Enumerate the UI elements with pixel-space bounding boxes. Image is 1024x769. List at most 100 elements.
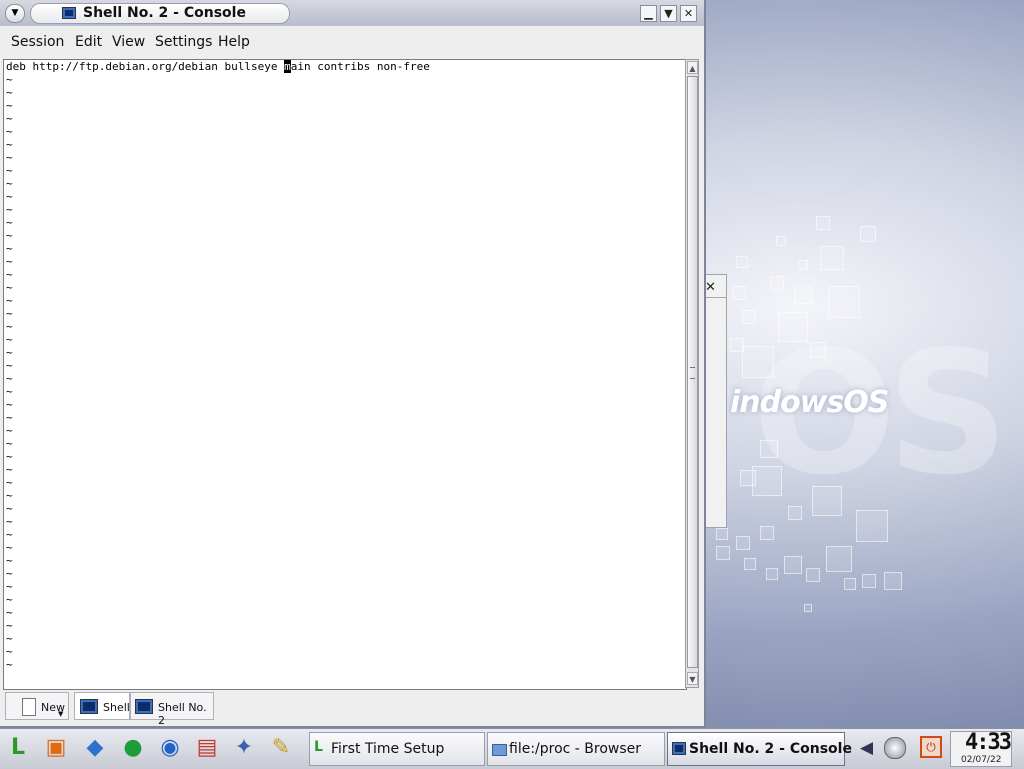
scroll-down-arrow-icon[interactable]: ▼ (687, 672, 698, 685)
close-button[interactable]: ✕ (680, 5, 697, 22)
empty-line-marker: ~ (6, 346, 13, 359)
clock-date: 02/07/22 (961, 755, 1002, 765)
network-status-icon[interactable] (884, 737, 906, 759)
empty-line-marker: ~ (6, 138, 13, 151)
wallpaper-logo: indowsOS (730, 385, 889, 420)
session-tab-bar: New ▼ Shell Shell No. 2 (0, 690, 704, 727)
empty-line-marker: ~ (6, 528, 13, 541)
empty-line-marker: ~ (6, 619, 13, 632)
empty-line-marker: ~ (6, 567, 13, 580)
runner-icon[interactable]: ● (117, 732, 149, 764)
terminal-output[interactable]: deb http://ftp.debian.org/debian bullsey… (3, 59, 687, 690)
empty-line-marker: ~ (6, 294, 13, 307)
session-tab-label: Shell No. 2 (158, 701, 207, 727)
empty-line-marker: ~ (6, 216, 13, 229)
menu-help[interactable]: Help (218, 34, 250, 50)
session-tab-shell[interactable]: Shell (74, 692, 130, 720)
session-tab-shell-no-2[interactable]: Shell No. 2 (130, 692, 214, 727)
title-pill[interactable]: Shell No. 2 - Console (30, 3, 290, 24)
terminal-text: deb http://ftp.debian.org/debian bullsey… (6, 60, 285, 73)
menu-settings[interactable]: Settings (155, 34, 212, 50)
empty-line-marker: ~ (6, 541, 13, 554)
empty-line-marker: ~ (6, 190, 13, 203)
text-cursor: m (284, 60, 291, 73)
task-label: Shell No. 2 - Console (689, 741, 852, 757)
taskbar: L ▣ ◆ ● ◉ ▤ ✦ ✎ L First Time Setup file:… (0, 728, 1024, 769)
empty-line-marker: ~ (6, 333, 13, 346)
task-shell-console[interactable]: Shell No. 2 - Console (667, 732, 852, 766)
window-title: Shell No. 2 - Console (83, 5, 246, 21)
chevron-down-icon: ▼ (58, 710, 64, 718)
background-window-fragment[interactable]: ✕ (704, 274, 727, 528)
power-icon[interactable]: ⏻ (920, 736, 942, 758)
empty-line-marker: ~ (6, 281, 13, 294)
task-file-browser[interactable]: file:/proc - Browser (487, 732, 665, 766)
terminal-text: ain contribs non-free (290, 60, 430, 73)
new-session-button[interactable]: New ▼ (5, 692, 69, 720)
console-window: ▼ Shell No. 2 - Console ▁ ▼ ✕ Session Ed… (0, 0, 706, 728)
cube-icon[interactable]: ◆ (79, 732, 111, 764)
vertical-scrollbar[interactable]: ▲ ▼ (685, 59, 699, 688)
clock[interactable]: 4:33 02/07/22 (950, 730, 1012, 767)
terminal-icon (135, 699, 153, 717)
empty-line-marker: ~ (6, 73, 13, 86)
empty-line-marker: ~ (6, 645, 13, 658)
globe-icon[interactable]: ◉ (154, 732, 186, 764)
empty-line-marker: ~ (6, 632, 13, 645)
empty-line-marker: ~ (6, 476, 13, 489)
empty-line-marker: ~ (6, 268, 13, 281)
terminal-icon (62, 7, 76, 23)
menu-view[interactable]: View (112, 34, 145, 50)
empty-line-marker: ~ (6, 502, 13, 515)
empty-line-marker: ~ (6, 411, 13, 424)
divider (704, 297, 726, 298)
empty-line-marker: ~ (6, 398, 13, 411)
setup-icon: L (314, 739, 323, 755)
empty-line-marker: ~ (6, 99, 13, 112)
menu-edit[interactable]: Edit (75, 34, 102, 50)
window-menu-button[interactable]: ▼ (5, 4, 25, 23)
task-label: file:/proc - Browser (509, 741, 642, 757)
pen-icon[interactable]: ✎ (265, 732, 297, 764)
session-tab-label: Shell (103, 701, 130, 714)
menubar: Session Edit View Settings Help (0, 26, 704, 58)
empty-line-marker: ~ (6, 320, 13, 333)
terminal-icon (672, 742, 686, 756)
empty-line-marker: ~ (6, 229, 13, 242)
menu-session[interactable]: Session (11, 34, 64, 50)
window-titlebar[interactable]: ▼ Shell No. 2 - Console ▁ ▼ ✕ (0, 0, 704, 26)
empty-line-marker: ~ (6, 359, 13, 372)
empty-lines: ~ ~ ~ ~ ~ ~ ~ ~ ~ ~ ~ ~ ~ ~ ~ ~ ~ ~ ~ ~ ~ ~ ~ ~ ~ ~ ~ ~ ~ ~ ~ ~ ~ ~ ~ ~ ~ ~ ~ ~… (4, 73, 686, 671)
close-icon: ✕ (683, 7, 694, 20)
empty-line-marker: ~ (6, 593, 13, 606)
empty-line-marker: ~ (6, 489, 13, 502)
start-menu-icon[interactable]: L (2, 732, 34, 764)
task-first-time-setup[interactable]: L First Time Setup (309, 732, 485, 766)
empty-line-marker: ~ (6, 437, 13, 450)
scroll-thumb[interactable] (687, 76, 698, 668)
maximize-icon: ▼ (664, 7, 673, 20)
minimize-button[interactable]: ▁ (640, 5, 657, 22)
empty-line-marker: ~ (6, 255, 13, 268)
empty-line-marker: ~ (6, 463, 13, 476)
lifejacket-icon[interactable]: ▣ (40, 732, 72, 764)
empty-line-marker: ~ (6, 515, 13, 528)
empty-line-marker: ~ (6, 125, 13, 138)
clock-time: 4:33 (965, 730, 1012, 755)
empty-line-marker: ~ (6, 606, 13, 619)
network-icon[interactable]: ✦ (228, 732, 260, 764)
terminal-icon (80, 699, 98, 717)
empty-line-marker: ~ (6, 151, 13, 164)
empty-line-marker: ~ (6, 450, 13, 463)
chevron-down-icon: ▼ (11, 8, 19, 18)
maximize-button[interactable]: ▼ (660, 5, 677, 22)
folder-icon (492, 744, 507, 756)
volume-icon[interactable]: ◀ (860, 738, 873, 758)
empty-line-marker: ~ (6, 164, 13, 177)
mailbox-icon[interactable]: ▤ (191, 732, 223, 764)
empty-line-marker: ~ (6, 203, 13, 216)
close-icon[interactable]: ✕ (705, 280, 716, 295)
empty-line-marker: ~ (6, 385, 13, 398)
empty-line-marker: ~ (6, 307, 13, 320)
scroll-up-arrow-icon[interactable]: ▲ (687, 61, 698, 74)
